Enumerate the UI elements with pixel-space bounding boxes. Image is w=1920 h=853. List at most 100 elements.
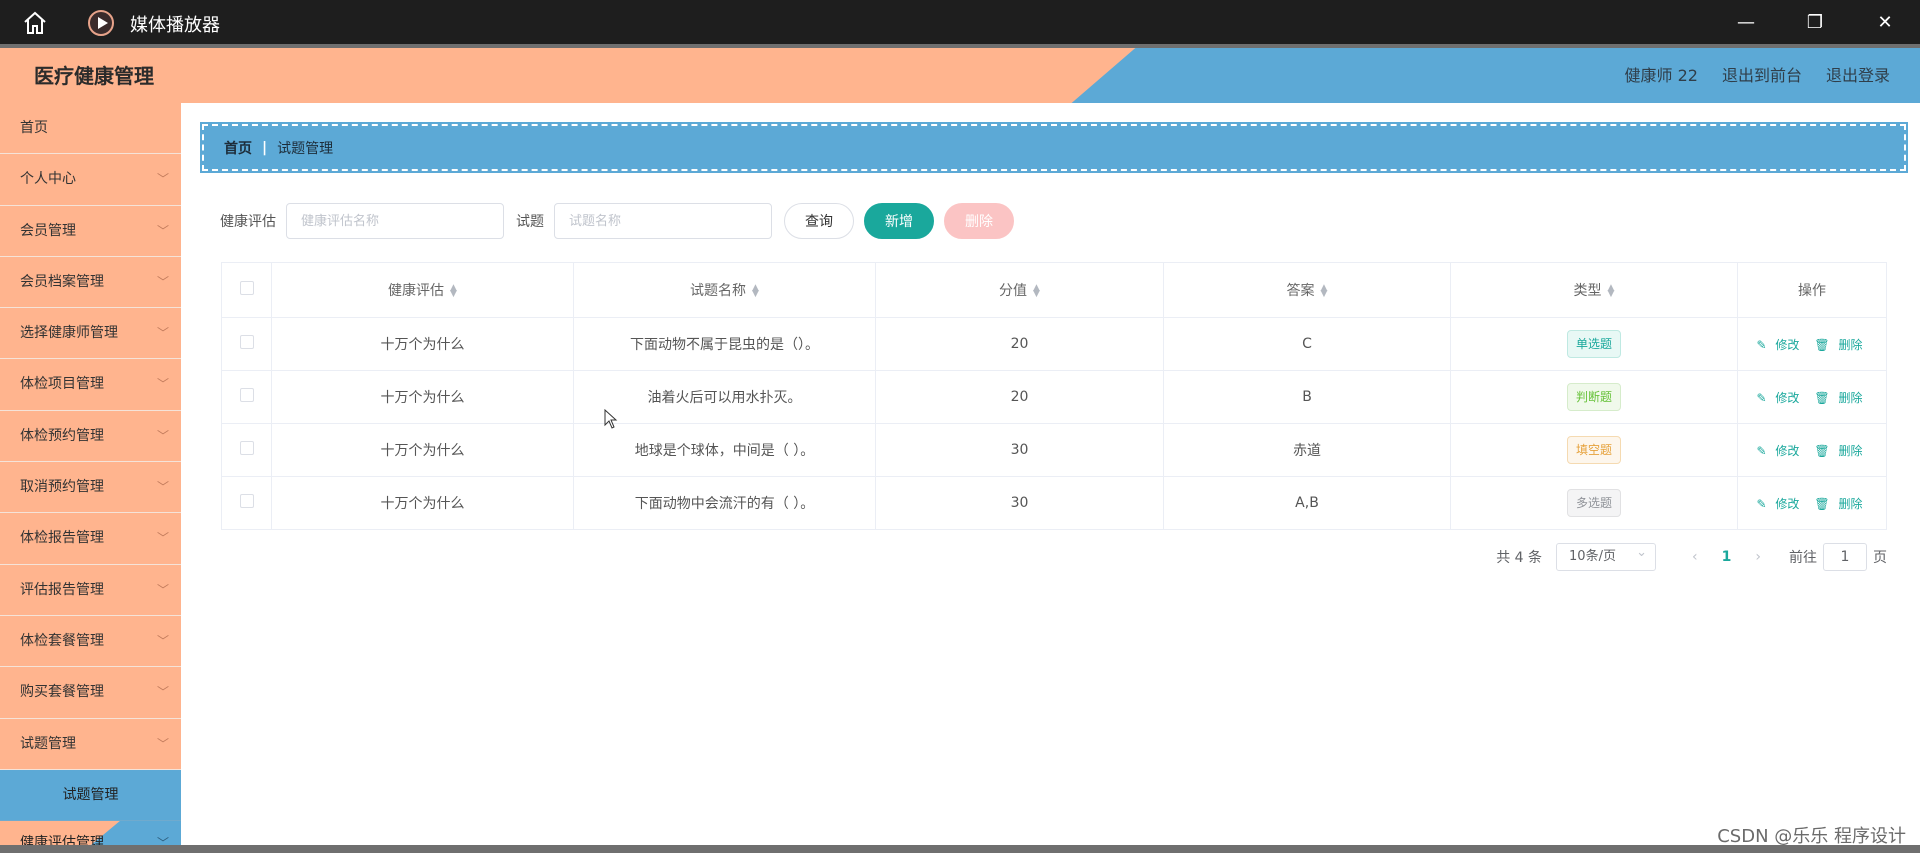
cell-score: 30	[875, 476, 1164, 530]
delete-row-button[interactable]: 🗑 删除	[1814, 338, 1867, 352]
edit-button[interactable]: ✎ 修改	[1757, 391, 1805, 405]
delete-label: 删除	[1838, 390, 1863, 405]
table-row: 十万个为什么 地球是个球体，中间是（ ）。 30 赤道 填空题 ✎ 修改 🗑 删除	[221, 423, 1887, 477]
cell-question: 下面动物不属于昆虫的是（）。	[573, 317, 876, 371]
sidebar-item[interactable]: 购买套餐管理 ﹀	[0, 667, 181, 719]
sidebar-item[interactable]: 试题管理 ﹀	[0, 719, 181, 770]
page-size-select[interactable]: 10条/页	[1556, 540, 1657, 571]
chevron-down-icon: ﹀	[156, 736, 169, 751]
sidebar-item[interactable]: 取消预约管理 ﹀	[0, 462, 181, 514]
sidebar-item[interactable]: 评估报告管理 ﹀	[0, 565, 181, 616]
edit-label: 修改	[1775, 496, 1800, 511]
maximize-button[interactable]: ❐	[1800, 10, 1830, 36]
delete-row-button[interactable]: 🗑 删除	[1814, 444, 1867, 458]
app-header: 医疗健康管理 健康师 22 退出到前台 退出登录	[0, 44, 1920, 103]
table-row: 十万个为什么 下面动物中会流汗的有（ ）。 30 A,B 多选题 ✎ 修改 🗑 删除	[221, 476, 1887, 530]
column-header-score[interactable]: 分值 ▲ ▼	[875, 262, 1164, 318]
current-page[interactable]: 1	[1722, 549, 1732, 565]
breadcrumb-current: 试题管理	[277, 140, 334, 157]
query-button[interactable]: 查询	[784, 203, 854, 239]
edit-button[interactable]: ✎ 修改	[1757, 444, 1805, 458]
edit-button[interactable]: ✎ 修改	[1757, 338, 1805, 352]
row-checkbox[interactable]	[239, 388, 254, 402]
sidebar-item[interactable]: 体检预约管理 ﹀	[0, 411, 181, 463]
sidebar-item[interactable]: 体检项目管理 ﹀	[0, 359, 181, 411]
type-tag: 判断题	[1566, 383, 1621, 411]
delete-button[interactable]: 删除	[944, 203, 1014, 239]
cell-type: 填空题	[1450, 423, 1738, 477]
sort-icon: ▲ ▼	[1607, 283, 1615, 299]
cell-score: 30	[875, 423, 1164, 477]
sidebar-item-label: 体检预约管理	[20, 427, 104, 444]
cell-answer: A,B	[1163, 476, 1451, 530]
logout-link[interactable]: 退出登录	[1826, 62, 1890, 86]
cell-assessment: 十万个为什么	[271, 317, 574, 371]
column-header-actions: 操作	[1737, 262, 1887, 318]
column-header-type[interactable]: 类型 ▲ ▼	[1450, 262, 1738, 318]
column-header-assessment[interactable]: 健康评估 ▲ ▼	[271, 262, 574, 318]
chevron-down-icon: ﹀	[156, 582, 169, 597]
goto-label: 前往	[1789, 550, 1817, 566]
brand-title: 医疗健康管理	[34, 64, 154, 88]
sidebar-item[interactable]: 个人中心 ﹀	[0, 154, 181, 206]
search-bar: 健康评估 试题 查询 新增 删除	[220, 203, 1024, 239]
column-header-question[interactable]: 试题名称 ▲ ▼	[573, 262, 876, 318]
media-player-app-icon	[88, 10, 114, 36]
pagination: 共 4 条 10条/页 ‹ 1 › 前往 1 页	[1496, 540, 1887, 571]
question-name-input[interactable]	[554, 203, 772, 239]
chevron-down-icon: ﹀	[156, 326, 169, 341]
cell-answer: C	[1163, 317, 1451, 371]
sidebar-item[interactable]: 会员档案管理 ﹀	[0, 257, 181, 309]
table-row: 十万个为什么 下面动物不属于昆虫的是（）。 20 C 单选题 ✎ 修改 🗑 删除	[221, 317, 1887, 371]
table-row: 十万个为什么 油着火后可以用水扑灭。 20 B 判断题 ✎ 修改 🗑 删除	[221, 370, 1887, 424]
sort-icon: ▲ ▼	[1033, 283, 1040, 299]
goto-page-input[interactable]: 1	[1823, 543, 1867, 571]
sidebar-item[interactable]: 体检套餐管理 ﹀	[0, 616, 181, 668]
edit-label: 修改	[1775, 337, 1800, 352]
row-checkbox[interactable]	[239, 441, 254, 455]
cell-assessment: 十万个为什么	[271, 423, 574, 477]
sidebar-item[interactable]: 选择健康师管理 ﹀	[0, 308, 181, 360]
chevron-down-icon: ﹀	[156, 480, 169, 495]
chevron-down-icon: ﹀	[156, 377, 169, 392]
sidebar-item[interactable]: 体检报告管理 ﹀	[0, 513, 181, 565]
delete-row-button[interactable]: 🗑 删除	[1814, 391, 1867, 405]
sidebar-item-label: 会员管理	[20, 222, 76, 239]
column-header-answer[interactable]: 答案 ▲ ▼	[1163, 262, 1451, 318]
delete-row-button[interactable]: 🗑 删除	[1814, 497, 1867, 511]
table-header-row: 健康评估 ▲ ▼ 试题名称 ▲ ▼ 分值 ▲ ▼ 答案 ▲ ▼ 类型 ▲ ▼ 操作	[221, 262, 1887, 318]
edit-button[interactable]: ✎ 修改	[1757, 497, 1805, 511]
sidebar-item[interactable]: 首页	[0, 103, 181, 155]
sidebar-subitem-question-management[interactable]: 试题管理	[0, 769, 181, 821]
home-icon[interactable]	[22, 11, 48, 35]
assessment-name-input[interactable]	[286, 203, 504, 239]
sidebar-item-label: 购买套餐管理	[20, 684, 104, 701]
select-all-checkbox[interactable]	[239, 281, 254, 295]
add-button[interactable]: 新增	[864, 203, 934, 239]
chevron-down-icon: ﹀	[156, 172, 169, 187]
total-count: 共 4 条	[1496, 550, 1543, 566]
delete-label: 删除	[1838, 337, 1863, 352]
current-user: 健康师 22	[1624, 66, 1698, 85]
sidebar-item[interactable]: 会员管理 ﹀	[0, 206, 181, 257]
sidebar-item-label: 取消预约管理	[20, 479, 104, 496]
breadcrumb-home[interactable]: 首页	[224, 138, 252, 158]
chevron-down-icon: ﹀	[156, 685, 169, 700]
sidebar-item-label: 体检项目管理	[20, 376, 104, 393]
chevron-down-icon: ﹀	[156, 531, 169, 546]
prev-page-icon[interactable]: ‹	[1692, 549, 1698, 565]
chevron-down-icon: ﹀	[156, 274, 169, 289]
minimize-button[interactable]: —	[1731, 10, 1761, 36]
exit-to-front-link[interactable]: 退出到前台	[1722, 62, 1802, 86]
row-checkbox[interactable]	[239, 494, 254, 508]
type-tag: 多选题	[1566, 489, 1621, 517]
cell-type: 单选题	[1450, 317, 1738, 371]
row-checkbox[interactable]	[239, 335, 254, 349]
next-page-icon[interactable]: ›	[1755, 549, 1761, 565]
breadcrumb-separator: |	[262, 139, 268, 156]
close-button[interactable]: ✕	[1870, 10, 1900, 36]
cell-score: 20	[875, 317, 1164, 371]
question-filter-label: 试题	[516, 214, 544, 230]
sidebar-item-label: 个人中心	[20, 171, 76, 188]
cell-actions: ✎ 修改 🗑 删除	[1737, 370, 1887, 424]
